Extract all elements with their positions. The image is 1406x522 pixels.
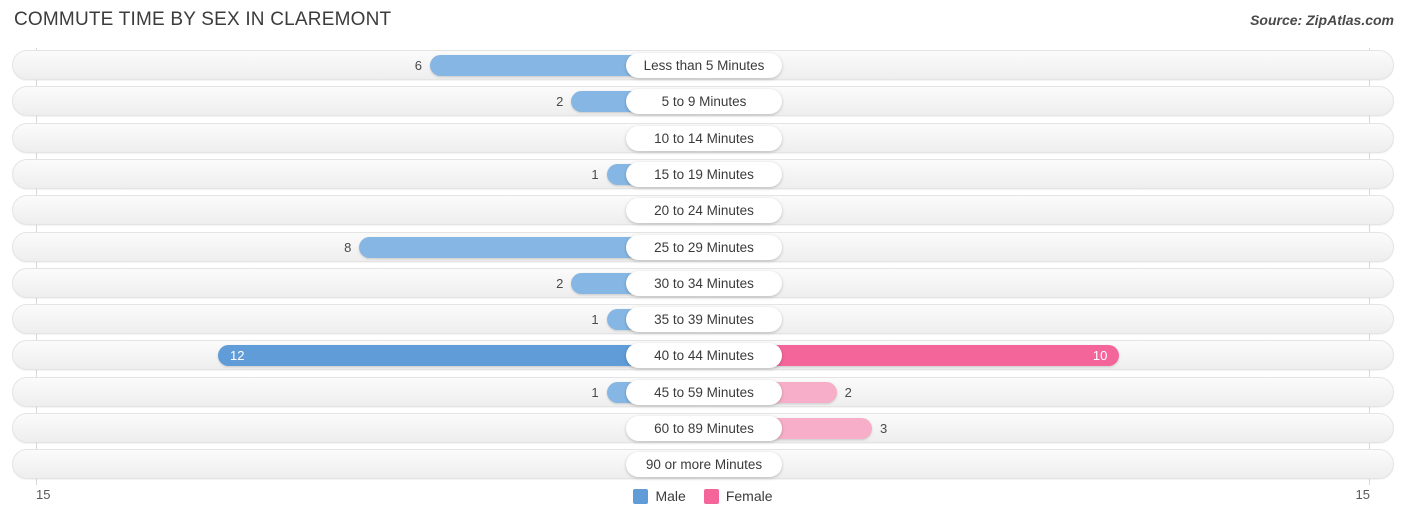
legend-swatch-icon [633,488,649,504]
page-title: COMMUTE TIME BY SEX IN CLAREMONT [14,9,392,30]
chart-row: 0360 to 89 Minutes [12,413,1394,443]
category-label: 40 to 44 Minutes [626,343,782,369]
male-value-label: 6 [414,58,422,73]
chart-row: 205 to 9 Minutes [12,86,1394,117]
chart-row: 1 2 45 to 59 Minutes [12,376,1394,407]
category-label: 10 to 14 Minutes [626,125,782,151]
female-value-label: 2 [844,384,852,400]
chart-row: 12 10 40 to 44 Minutes [12,340,1394,371]
chart-footer: 15 15 Male Female [0,485,1406,522]
source-attribution: Source: ZipAtlas.com [1250,12,1394,28]
category-label: 90 or more Minutes [626,452,782,478]
legend-swatch-icon [703,488,719,504]
commute-time-chart: COMMUTE TIME BY SEX IN CLAREMONT Source:… [0,0,1406,522]
chart-row: 60Less than 5 Minutes [12,50,1394,80]
male-value-label: 2 [556,94,564,110]
chart-header: COMMUTE TIME BY SEX IN CLAREMONT Source:… [0,0,1406,44]
category-label: 20 to 24 Minutes [626,198,782,224]
category-label: Less than 5 Minutes [626,53,782,78]
plot-area: 60Less than 5 Minutes 205 to 9 Minutes 001… [12,48,1394,485]
legend-label: Female [725,488,773,504]
legend-label: Male [655,488,686,504]
male-value-label: 2 [556,275,564,291]
category-label: 5 to 9 Minutes [626,89,782,115]
category-label: 60 to 89 Minutes [626,416,782,441]
category-label: 25 to 29 Minutes [626,234,782,260]
chart-legend: Male Female [0,488,1406,504]
chart-row: 1015 to 19 Minutes [12,158,1394,189]
category-label: 45 to 59 Minutes [626,379,782,405]
chart-row: 1035 to 39 Minutes [12,304,1394,335]
chart-row: 0020 to 24 Minutes [12,195,1394,226]
chart-row: 2030 to 34 Minutes [12,267,1394,298]
male-value-label: 1 [591,384,599,400]
female-value-label: 10 [1092,348,1108,364]
male-value-label: 1 [591,166,599,182]
legend-item[interactable]: Female [703,488,773,504]
legend-item[interactable]: Male [633,488,686,504]
chart-row: 0010 to 14 Minutes [12,122,1394,153]
chart-row: 8025 to 29 Minutes [12,231,1394,262]
male-value-label: 1 [591,312,599,328]
category-label: 30 to 34 Minutes [626,270,782,296]
category-label: 15 to 19 Minutes [626,161,782,187]
male-value-label: 12 [230,348,245,364]
chart-row: 0090 or more Minutes [12,449,1394,480]
female-value-label: 3 [880,421,888,436]
category-label: 35 to 39 Minutes [626,307,782,333]
male-value-label: 8 [344,239,352,255]
